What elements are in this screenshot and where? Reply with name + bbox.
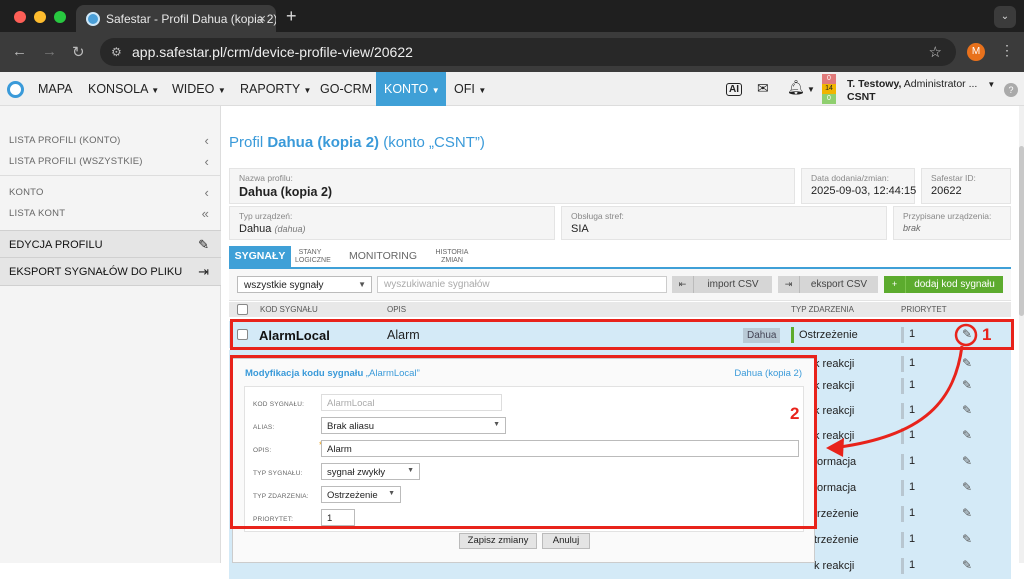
- scrollbar-thumb[interactable]: [1019, 146, 1024, 316]
- page-scrollbar[interactable]: [1019, 106, 1024, 563]
- annotation-arrow-icon: [826, 323, 978, 457]
